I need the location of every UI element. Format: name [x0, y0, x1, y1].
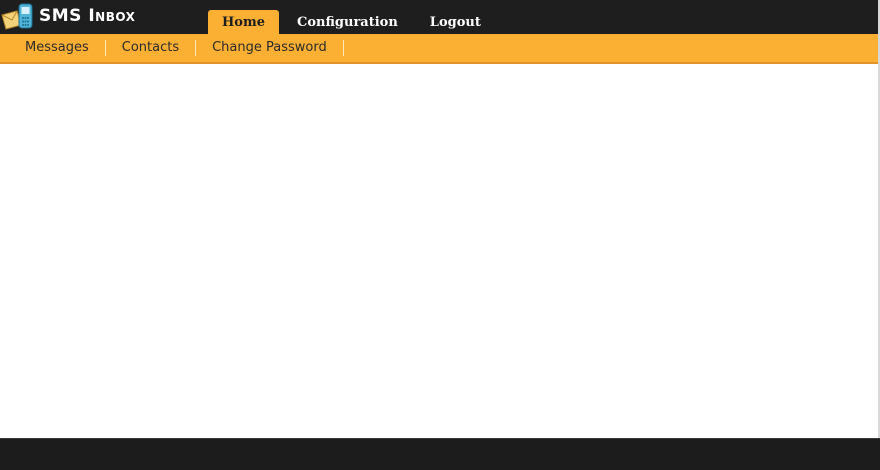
tab-home[interactable]: Home	[208, 10, 279, 34]
app-logo[interactable]: SMS Inbox	[0, 0, 135, 34]
main-nav: Home Configuration Logout	[208, 0, 499, 34]
top-header: SMS Inbox Home Configuration Logout	[0, 0, 878, 34]
footer	[0, 438, 880, 470]
subnav-item-change-password[interactable]: Change Password	[196, 40, 344, 56]
page: SMS Inbox Home Configuration Logout Mess…	[0, 0, 880, 470]
subnav-item-messages[interactable]: Messages	[0, 40, 106, 56]
app-title: SMS Inbox	[39, 6, 136, 26]
main-content	[0, 64, 878, 438]
tab-logout[interactable]: Logout	[416, 10, 495, 34]
phone-envelope-icon	[1, 3, 33, 30]
tab-configuration[interactable]: Configuration	[283, 10, 412, 34]
sub-nav: Messages Contacts Change Password	[0, 34, 878, 64]
subnav-item-contacts[interactable]: Contacts	[106, 40, 197, 56]
